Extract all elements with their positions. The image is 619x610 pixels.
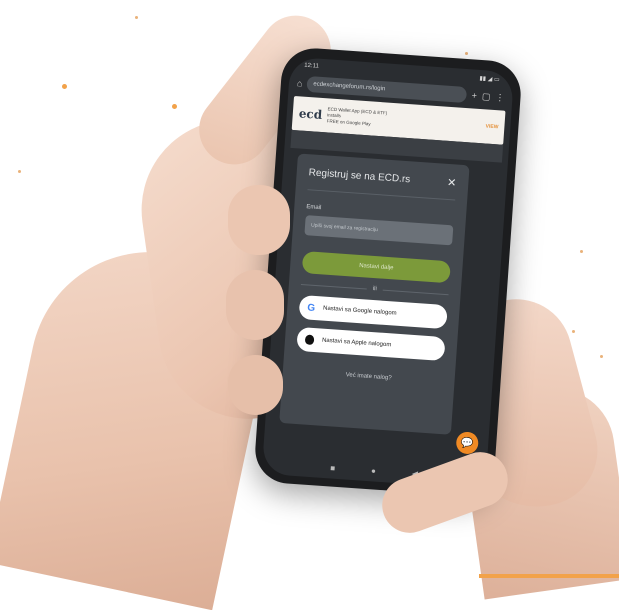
home-nav-icon[interactable]: ● bbox=[371, 466, 376, 475]
decor-dot bbox=[580, 250, 583, 253]
modal-title: Registruj se na ECD.rs bbox=[308, 167, 411, 186]
divider-line bbox=[300, 283, 367, 290]
recent-apps-icon[interactable]: ■ bbox=[330, 463, 335, 472]
login-link[interactable]: Već imate nalog? bbox=[295, 369, 443, 385]
apple-button-label: Nastavi sa Apple nalogom bbox=[321, 337, 392, 349]
decor-dot bbox=[465, 52, 468, 55]
register-modal: Registruj se na ECD.rs ✕ Email Nastavi d… bbox=[279, 153, 470, 435]
decor-dot bbox=[600, 355, 603, 358]
left-finger bbox=[226, 270, 284, 340]
status-icons: ▮▮ ◢ ▭ bbox=[479, 75, 500, 83]
chat-button[interactable]: 💬 bbox=[455, 431, 480, 455]
google-button-label: Nastavi sa Google nalogom bbox=[322, 305, 397, 317]
google-login-button[interactable]: G Nastavi sa Google nalogom bbox=[298, 294, 448, 330]
url-text: ecdexchangeforum.rs/login bbox=[313, 81, 386, 93]
continue-button[interactable]: Nastavi dalje bbox=[301, 251, 451, 284]
smartphone: 12:11 ▮▮ ◢ ▭ ⌂ ecdexchangeforum.rs/login… bbox=[253, 46, 523, 498]
modal-header: Registruj se na ECD.rs ✕ bbox=[307, 166, 457, 201]
status-time: 12:11 bbox=[303, 62, 319, 70]
email-field[interactable] bbox=[304, 215, 454, 246]
accent-bar bbox=[479, 574, 619, 578]
or-divider: ili bbox=[300, 281, 449, 297]
tabs-icon[interactable]: ▢ bbox=[482, 91, 491, 102]
plus-icon[interactable]: + bbox=[471, 90, 477, 100]
google-icon: G bbox=[306, 301, 316, 314]
left-finger bbox=[228, 185, 290, 255]
decor-dot bbox=[62, 84, 67, 89]
close-icon[interactable]: ✕ bbox=[447, 176, 457, 190]
divider-line bbox=[382, 289, 449, 295]
chat-icon: 💬 bbox=[460, 437, 474, 449]
decor-dot bbox=[172, 104, 177, 109]
decor-dot bbox=[135, 16, 138, 19]
apple-login-button[interactable]: Nastavi sa Apple nalogom bbox=[296, 326, 446, 362]
menu-icon[interactable]: ⋮ bbox=[495, 92, 505, 103]
apple-icon bbox=[304, 334, 315, 345]
ad-logo: ecd bbox=[298, 106, 323, 123]
left-finger bbox=[228, 355, 283, 415]
divider-label: ili bbox=[372, 285, 377, 293]
ad-text: ECD Wallet App (ECD & ETF) installs FREE… bbox=[326, 106, 481, 135]
decor-dot bbox=[572, 330, 575, 333]
decor-dot bbox=[18, 170, 21, 173]
phone-screen: 12:11 ▮▮ ◢ ▭ ⌂ ecdexchangeforum.rs/login… bbox=[261, 56, 515, 490]
home-icon[interactable]: ⌂ bbox=[297, 78, 303, 88]
ad-cta-button[interactable]: VIEW bbox=[485, 123, 498, 130]
